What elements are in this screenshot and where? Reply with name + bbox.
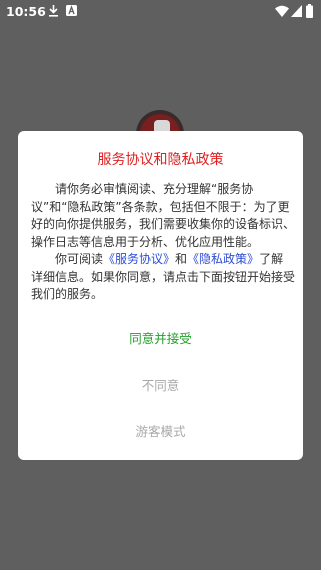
guest-mode-button[interactable]: 游客模式 bbox=[18, 421, 303, 440]
agree-button[interactable]: 同意并接受 bbox=[18, 328, 303, 347]
dialog-paragraph-2: 你可阅读《服务协议》和《隐私政策》了解详细信息。如果你同意，请点击下面按钮开始接… bbox=[31, 251, 295, 304]
battery-icon bbox=[306, 4, 313, 18]
download-icon bbox=[49, 5, 58, 17]
dialog-title: 服务协议和隐私政策 bbox=[97, 152, 224, 168]
dialog-body: 请你务必审慎阅读、充分理解“服务协议”和“隐私政策”各条款，包括但不限于：为了更… bbox=[31, 181, 295, 304]
privacy-dialog: 服务协议和隐私政策 请你务必审慎阅读、充分理解“服务协议”和“隐私政策”各条款，… bbox=[18, 131, 303, 460]
privacy-policy-link[interactable]: 《隐私政策》 bbox=[187, 252, 259, 266]
a-icon bbox=[66, 5, 77, 16]
and-text: 和 bbox=[175, 252, 188, 266]
paragraph-2-prefix: 你可阅读 bbox=[55, 252, 104, 266]
status-bar: 10:56 bbox=[0, 0, 321, 24]
wifi-icon bbox=[275, 5, 289, 17]
status-time: 10:56 bbox=[6, 4, 46, 19]
dialog-paragraph-1: 请你务必审慎阅读、充分理解“服务协议”和“隐私政策”各条款，包括但不限于：为了更… bbox=[31, 182, 296, 249]
signal-icon bbox=[291, 5, 302, 17]
disagree-button[interactable]: 不同意 bbox=[18, 375, 303, 394]
service-agreement-link[interactable]: 《服务协议》 bbox=[103, 252, 175, 266]
